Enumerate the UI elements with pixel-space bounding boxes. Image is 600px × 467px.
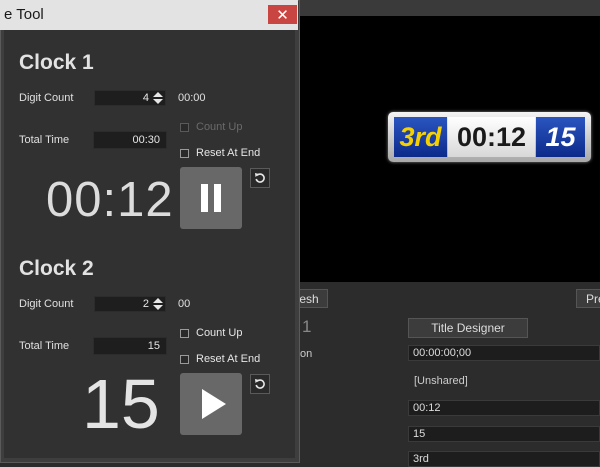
spinner-arrows-icon[interactable] [153,298,163,310]
clock2-play-button[interactable] [180,373,242,435]
scorebug-graphic: 3rd 00:12 15 [388,112,591,162]
clock1-reset-at-end-label: Reset At End [196,147,261,159]
spinner-arrows-icon[interactable] [153,92,163,104]
clock1-display: 00:12 [46,173,174,227]
clock2-reset-button[interactable] [250,374,270,394]
reset-icon [255,173,265,183]
clock1-pause-button[interactable] [180,167,242,229]
clock1-reset-button[interactable] [250,168,270,188]
duration-field[interactable]: 00:00:00;00 [408,345,600,361]
clock2-reset-at-end-checkbox[interactable] [180,355,189,364]
item-index: 1 [302,317,312,336]
clock1-count-up-checkbox[interactable] [180,123,189,132]
unshared-label: [Unshared] [414,375,468,387]
close-icon: ✕ [276,6,289,24]
clock1-format-preview: 00:00 [178,92,206,104]
preview-button[interactable]: Pre [576,289,600,308]
duration-label: on [300,348,313,360]
clock2-total-time-label: Total Time [19,340,70,352]
clock1-total-time-field[interactable]: 00:30 [93,131,167,149]
reset-icon [255,379,265,389]
pause-icon [201,184,221,212]
clock1-reset-at-end-checkbox[interactable] [180,149,189,158]
scorebug-period: 3rd [394,117,447,157]
clock2-digit-count-label: Digit Count [19,298,74,310]
clock1-count-up-label: Count Up [196,121,243,133]
window-titlebar[interactable] [0,0,298,30]
clock2-count-up-checkbox[interactable] [180,329,189,338]
clock1-digit-count-value: 4 [142,92,149,104]
clock1-total-time-label: Total Time [19,134,70,146]
clock2-heading: Clock 2 [19,257,94,280]
clock1-digit-count-spinner[interactable]: 4 [94,90,166,106]
clock2-format-preview: 00 [178,298,191,310]
scorebug-clock: 00:12 [448,117,535,157]
scorebug-count: 15 [536,117,585,157]
close-button[interactable]: ✕ [268,5,297,24]
clock2-total-time-field[interactable]: 15 [93,337,167,355]
clock2-display: 15 [82,365,160,443]
play-icon [202,389,226,419]
clock2-digit-count-value: 2 [142,298,149,310]
clock1-heading: Clock 1 [19,51,94,74]
clock1-digit-count-label: Digit Count [19,92,74,104]
period-value-field[interactable]: 3rd [408,451,600,467]
clock2-reset-at-end-label: Reset At End [196,353,261,365]
clock-value-field[interactable]: 00:12 [408,400,600,416]
count-value-field[interactable]: 15 [408,426,600,442]
window-title: e Tool [4,6,44,23]
title-designer-button[interactable]: Title Designer [408,318,528,338]
clock2-digit-count-spinner[interactable]: 2 [94,296,166,312]
clock2-count-up-label: Count Up [196,327,243,339]
